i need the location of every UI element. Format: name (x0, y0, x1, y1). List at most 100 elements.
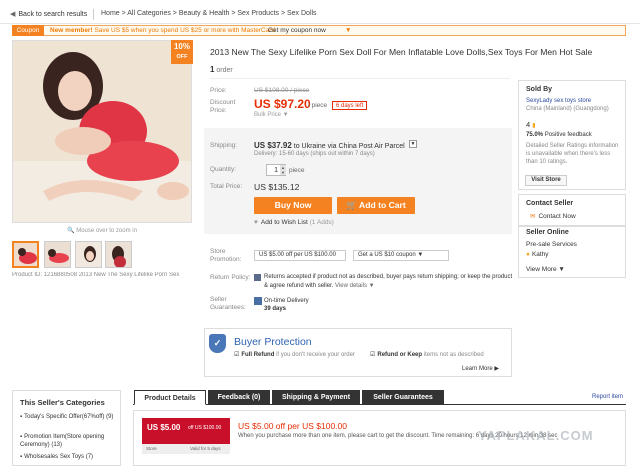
full-refund-bold: Full Refund (241, 352, 275, 358)
thumbnail-4[interactable] (105, 241, 132, 268)
shipping-label: Shipping: (210, 142, 238, 149)
return-policy-label: Return Policy: (210, 274, 251, 281)
medal-icon: ▮ (532, 123, 536, 129)
return-details-link[interactable]: View details ▼ (335, 283, 375, 289)
clock-icon (254, 297, 262, 305)
breadcrumb[interactable]: Home > All Categories > Beauty & Health … (101, 10, 317, 17)
seller-store-link[interactable]: SexyLady sex toys store (526, 98, 591, 104)
category-item[interactable]: ▪ Wholsesales Sex Toys (7) (20, 453, 120, 461)
get-coupon-link[interactable]: Get my coupon now (268, 27, 326, 34)
thumbnail-1[interactable] (12, 241, 39, 268)
chevron-down-icon[interactable]: ▼ (345, 27, 351, 34)
sold-by-heading: Sold By (526, 86, 553, 93)
get-coupon-button[interactable]: Get a US $10 coupon ▼ (353, 250, 449, 261)
seller-online-heading: Seller Online (526, 229, 569, 236)
view-more-link[interactable]: View More ▼ (526, 266, 565, 273)
bullet-icon: ▪ (20, 454, 23, 460)
buyer-protection-title: Buyer Protection (234, 336, 312, 348)
price-label: Price: (210, 87, 227, 94)
seller-level-number: 4 (526, 120, 531, 129)
seller-location: China (Mainland) (Guangdong) (526, 106, 609, 112)
quantity-stepper[interactable]: ▲ ▼ (280, 165, 286, 175)
coupon-card-valid: Valid for 5 days (190, 446, 221, 451)
thumbnail-3[interactable] (75, 241, 102, 268)
category-label: Wholsesales Sex Toys (7) (24, 454, 94, 460)
coupon-card-footer: Store Valid for 5 days (142, 444, 230, 454)
product-title: 2013 New The Sexy Lifelike Porn Sex Doll… (210, 47, 593, 57)
store-coupon-card[interactable]: US $5.00 off US $100.00 Store Valid for 5… (142, 418, 230, 454)
learn-more-link[interactable]: Learn More ▶ (462, 365, 499, 372)
order-number: 1 (210, 65, 215, 74)
return-policy-body: Returns accepted if product not as descr… (264, 274, 513, 289)
coupon-message-text: Save US $5 when you spend US $25 or more… (94, 27, 276, 34)
tab-seller-guarantees[interactable]: Seller Guarantees (362, 390, 444, 405)
shipping-price: US $37.92 (254, 141, 292, 150)
tab-product-details[interactable]: Product Details (134, 390, 206, 405)
tab-feedback[interactable]: Feedback (0) (208, 390, 270, 405)
shipping-dropdown-icon[interactable]: ▼ (409, 140, 417, 148)
categories-heading: This Seller's Categories (20, 398, 105, 407)
add-to-cart-button[interactable]: 🛒 Add to Cart (337, 197, 415, 214)
full-refund-item: ☑ Full Refund if you don't receive your o… (234, 351, 355, 358)
coupon-card-amount: US $5.00 (147, 423, 181, 432)
full-refund-text: if you don't receive your order (276, 352, 355, 358)
days-left-badge: 6 days left (332, 101, 368, 110)
category-item[interactable]: ▪ Promotion Item(Store opening Ceremony) … (20, 433, 120, 449)
category-label: Today's Specific Offer(67%off) (9) (24, 414, 114, 420)
back-link[interactable]: ◀ Back to search results (10, 10, 87, 18)
discount-title: US $5.00 off per US $100.00 (238, 421, 348, 431)
category-item[interactable]: ▪ Today's Specific Offer(67%off) (9) (20, 413, 120, 421)
order-label: order (216, 67, 233, 74)
wish-count: (1 Adds) (309, 219, 334, 226)
discount-off: OFF (176, 54, 188, 60)
discount-price-label: Discount Price: (210, 99, 236, 114)
quantity-unit: piece (289, 167, 305, 174)
promotion-discount[interactable]: US $5.00 off per US $100.00 (254, 250, 346, 261)
on-time-delivery: On-time Delivery 39 days (264, 297, 309, 313)
coupon-message: New member! Save US $5 when you spend US… (50, 27, 275, 34)
discount-badge: 10% OFF (171, 40, 193, 64)
zoom-hint: 🔍 Mouse over to zoom in (67, 228, 137, 234)
coupon-card-store: Store (146, 446, 157, 451)
chat-icon: ✉ (530, 213, 536, 220)
arrow-left-icon: ◀ (10, 11, 16, 18)
visit-store-button[interactable]: Visit Store (525, 175, 567, 186)
positive-feedback: 75.0% Positive feedback (526, 132, 592, 138)
back-label: Back to search results (18, 11, 88, 18)
feedback-percent: 75.0% (526, 132, 544, 138)
store-promotion-label: Store Promotion: (210, 248, 242, 263)
refund-keep-bold: Refund or Keep (377, 352, 423, 358)
seller-guarantees-label: Seller Guarantees: (210, 296, 246, 311)
coupon-message-bold: New member! (50, 27, 93, 34)
wish-list-link[interactable]: ♥ Add to Wish List (1 Adds) (254, 219, 334, 226)
top-bar (0, 0, 640, 24)
bulk-price-link[interactable]: Bulk Price ▼ (254, 112, 289, 118)
feedback-label: Positive feedback (544, 132, 592, 138)
category-label: Promotion Item(Store opening Ceremony) (… (20, 434, 105, 448)
divider (210, 78, 510, 79)
shipping-info: US $37.92 to Ukraine via China Post Air … (254, 141, 405, 150)
quantity-label: Quantity: (210, 166, 237, 173)
tab-shipping-payment[interactable]: Shipping & Payment (272, 390, 360, 405)
on-time-delivery-days: 39 days (264, 306, 287, 312)
refund-keep-text: items not as described (423, 352, 484, 358)
thumbnail-2[interactable] (44, 241, 71, 268)
contact-panel (518, 194, 626, 226)
buy-now-button[interactable]: Buy Now (254, 197, 332, 214)
shipping-destination: to Ukraine via China Post Air Parcel (293, 143, 405, 150)
coupon-card-off: off US $100.00 (188, 425, 222, 431)
total-label: Total Price: (210, 183, 243, 190)
discount-price: US $97.20 (254, 97, 311, 111)
contact-now-label: Contact Now (538, 213, 576, 220)
watermark: YAPLAKAL.COM (478, 428, 594, 443)
divider (93, 9, 94, 20)
product-main-image[interactable] (12, 40, 192, 223)
price-unit: / piece (308, 102, 328, 109)
bullet-icon: ▪ (20, 414, 23, 420)
agent-name: Kathy (531, 251, 549, 258)
add-to-cart-label: Add to Cart (358, 200, 406, 210)
contact-now-link[interactable]: ✉ Contact Now (530, 212, 576, 220)
agent-link[interactable]: ● Kathy (526, 251, 549, 258)
presale-label: Pre-sale Services (526, 241, 577, 248)
report-item-link[interactable]: Report item (592, 394, 623, 400)
